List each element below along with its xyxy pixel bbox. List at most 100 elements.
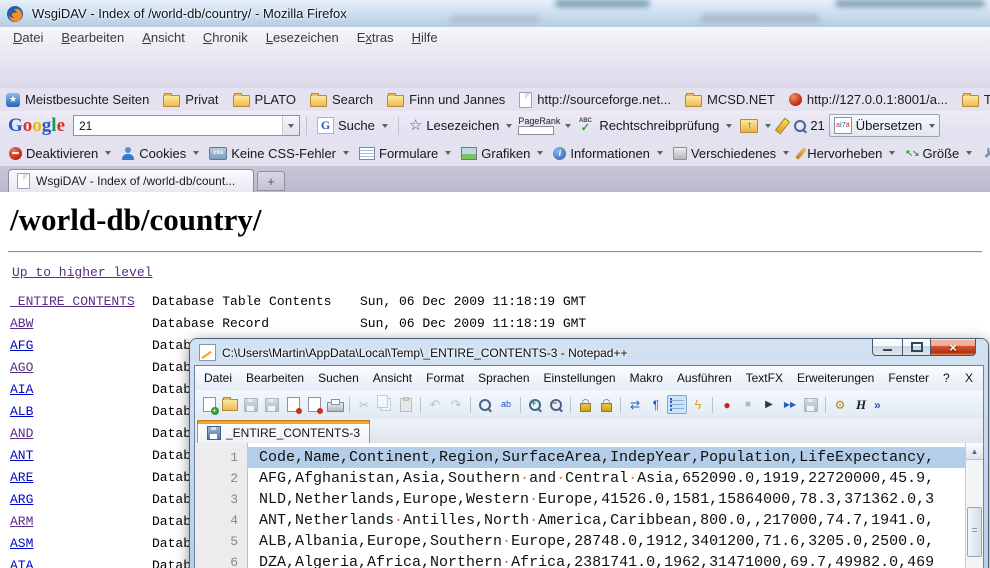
webdev-deaktivieren[interactable]: Deaktivieren (6, 144, 114, 163)
zoom-out-button[interactable]: − (546, 395, 566, 414)
menu-hilfe[interactable]: Hilfe (403, 30, 447, 45)
minimize-button[interactable] (872, 339, 903, 356)
zoom-in-button[interactable]: + (525, 395, 545, 414)
macro-play-button[interactable]: ▶ (759, 395, 779, 414)
bookmark-http-sourceforge-net-[interactable]: http://sourceforge.net... (519, 92, 671, 108)
print-button[interactable] (325, 395, 345, 414)
webdev-keine-css-fehler[interactable]: cssKeine CSS-Fehler (206, 144, 352, 163)
entry-link-aia[interactable]: AIA (10, 379, 33, 401)
menu-chronik[interactable]: Chronik (194, 30, 257, 45)
new-tab-button[interactable]: + (257, 171, 285, 191)
scrollbar-thumb[interactable] (967, 507, 982, 557)
show-all-chars-button[interactable]: ¶ (646, 395, 666, 414)
save-all-button[interactable] (262, 395, 282, 414)
npp-menu-bearbeiten[interactable]: Bearbeiten (239, 371, 311, 385)
save-button[interactable] (241, 395, 261, 414)
npp-menu-erweiterungen[interactable]: Erweiterungen (790, 371, 881, 385)
sync-scroll-h-button[interactable] (596, 395, 616, 414)
entry-link-_entire_contents[interactable]: _ENTIRE_CONTENTS (10, 291, 135, 313)
pagerank-indicator[interactable]: PageRank (518, 117, 560, 135)
webdev-verschiedenes[interactable]: Verschiedenes (670, 144, 792, 163)
macro-record-button[interactable]: ● (717, 395, 737, 414)
close-button[interactable] (283, 395, 303, 414)
entry-link-ata[interactable]: ATA (10, 555, 33, 568)
entry-link-afg[interactable]: AFG (10, 335, 33, 357)
npp-menu-datei[interactable]: Datei (197, 371, 239, 385)
bookmark-http-127-0-0-1-8001-a-[interactable]: http://127.0.0.1:8001/a... (789, 92, 948, 107)
npp-menu-einstellungen[interactable]: Einstellungen (537, 371, 623, 385)
tab-wsgidav[interactable]: WsgiDAV - Index of /world-db/count... (8, 169, 254, 192)
firefox-titlebar[interactable]: WsgiDAV - Index of /world-db/country/ - … (0, 0, 990, 28)
close-button[interactable]: × (930, 339, 976, 356)
find-button[interactable] (475, 395, 495, 414)
bookmark-plato[interactable]: PLATO (233, 92, 296, 107)
google-search-box[interactable]: 21 (73, 115, 300, 136)
bookmark-mcsd-net[interactable]: MCSD.NET (685, 92, 775, 107)
redo-button[interactable]: ↷ (446, 395, 466, 414)
macro-save-button[interactable] (801, 395, 821, 414)
paste-button[interactable] (396, 395, 416, 414)
bookmark-search[interactable]: Search (310, 92, 373, 107)
npp-menu--[interactable]: ? (936, 371, 957, 385)
bookmark-privat[interactable]: Privat (163, 92, 218, 107)
translate-button[interactable]: aí7ä Übersetzen (829, 114, 940, 137)
webdev-informationen[interactable]: iInformationen (550, 144, 666, 163)
npp-menu-ausf-hren[interactable]: Ausführen (670, 371, 739, 385)
google-search-button[interactable]: G Suche (313, 115, 392, 136)
sync-scroll-v-button[interactable] (575, 395, 595, 414)
word-wrap-button[interactable]: ⇄ (625, 395, 645, 414)
open-file-button[interactable] (220, 395, 240, 414)
document-tab[interactable]: _ENTIRE_CONTENTS-3 (197, 422, 370, 443)
copy-button[interactable] (375, 395, 395, 414)
webdev-hervorheben[interactable]: Hervorheben (796, 144, 898, 163)
entry-link-arg[interactable]: ARG (10, 489, 33, 511)
webdev-extras[interactable]: Extras (979, 144, 990, 163)
bookmark-meistbesuchte-seiten[interactable]: ★Meistbesuchte Seiten (6, 92, 149, 107)
macro-stop-button[interactable]: ■ (738, 395, 758, 414)
scroll-up-arrow[interactable]: ▲ (966, 443, 983, 460)
entry-link-alb[interactable]: ALB (10, 401, 33, 423)
entry-link-are[interactable]: ARE (10, 467, 33, 489)
menu-extras[interactable]: Extras (348, 30, 403, 45)
zoom-indicator[interactable]: 21 (790, 116, 828, 135)
replace-button[interactable]: ab (496, 395, 516, 414)
textfx-h-button[interactable]: H (851, 395, 871, 414)
npp-menu-textfx[interactable]: TextFX (739, 371, 790, 385)
npp-menu-fenster[interactable]: Fenster (881, 371, 936, 385)
close-all-button[interactable] (304, 395, 324, 414)
npp-menu-sprachen[interactable]: Sprachen (471, 371, 536, 385)
npp-menu-format[interactable]: Format (419, 371, 471, 385)
menu-ansicht[interactable]: Ansicht (133, 30, 194, 45)
entry-link-ago[interactable]: AGO (10, 357, 33, 379)
npp-menu-suchen[interactable]: Suchen (311, 371, 366, 385)
webdev-gr-e[interactable]: ↖↘Größe (902, 144, 975, 163)
vertical-scrollbar[interactable]: ▲ (965, 443, 983, 568)
new-file-button[interactable] (199, 395, 219, 414)
spellcheck-button[interactable]: ABC✓ Rechtschreibprüfung (571, 116, 736, 135)
bookmark-tree-samples[interactable]: Tree Samples (962, 92, 990, 107)
send-to-button[interactable]: ↑ (736, 117, 775, 135)
entry-link-abw[interactable]: ABW (10, 313, 33, 335)
google-bookmarks-button[interactable]: ☆ Lesezeichen (405, 116, 516, 135)
npp-menu-close-document[interactable]: X (965, 371, 983, 385)
entry-link-arm[interactable]: ARM (10, 511, 33, 533)
entry-link-and[interactable]: AND (10, 423, 33, 445)
undo-button[interactable]: ↶ (425, 395, 445, 414)
toolbar-overflow-chevron[interactable]: » (874, 398, 881, 412)
webdev-cookies[interactable]: Cookies (118, 144, 202, 163)
webdev-formulare[interactable]: Formulare (356, 144, 454, 163)
maximize-button[interactable] (902, 339, 931, 356)
cut-button[interactable]: ✂ (354, 395, 374, 414)
bookmark-finn-und-jannes[interactable]: Finn und Jannes (387, 92, 505, 107)
entry-link-asm[interactable]: ASM (10, 533, 33, 555)
notepadpp-titlebar[interactable]: C:\Users\Martin\AppData\Local\Temp\_ENTI… (190, 339, 988, 366)
entry-link-ant[interactable]: ANT (10, 445, 33, 467)
text-editor[interactable]: 1Code,Name,Continent,Region,SurfaceArea,… (195, 443, 983, 568)
plugin-button[interactable]: ⚙ (830, 395, 850, 414)
menu-datei[interactable]: Datei (4, 30, 52, 45)
npp-menu-ansicht[interactable]: Ansicht (366, 371, 419, 385)
up-to-higher-level-link[interactable]: Up to higher level (12, 265, 152, 280)
highlighter-button[interactable] (775, 116, 790, 136)
auto-completion-button[interactable]: ϟ (688, 395, 708, 414)
search-dropdown-button[interactable] (282, 116, 299, 135)
